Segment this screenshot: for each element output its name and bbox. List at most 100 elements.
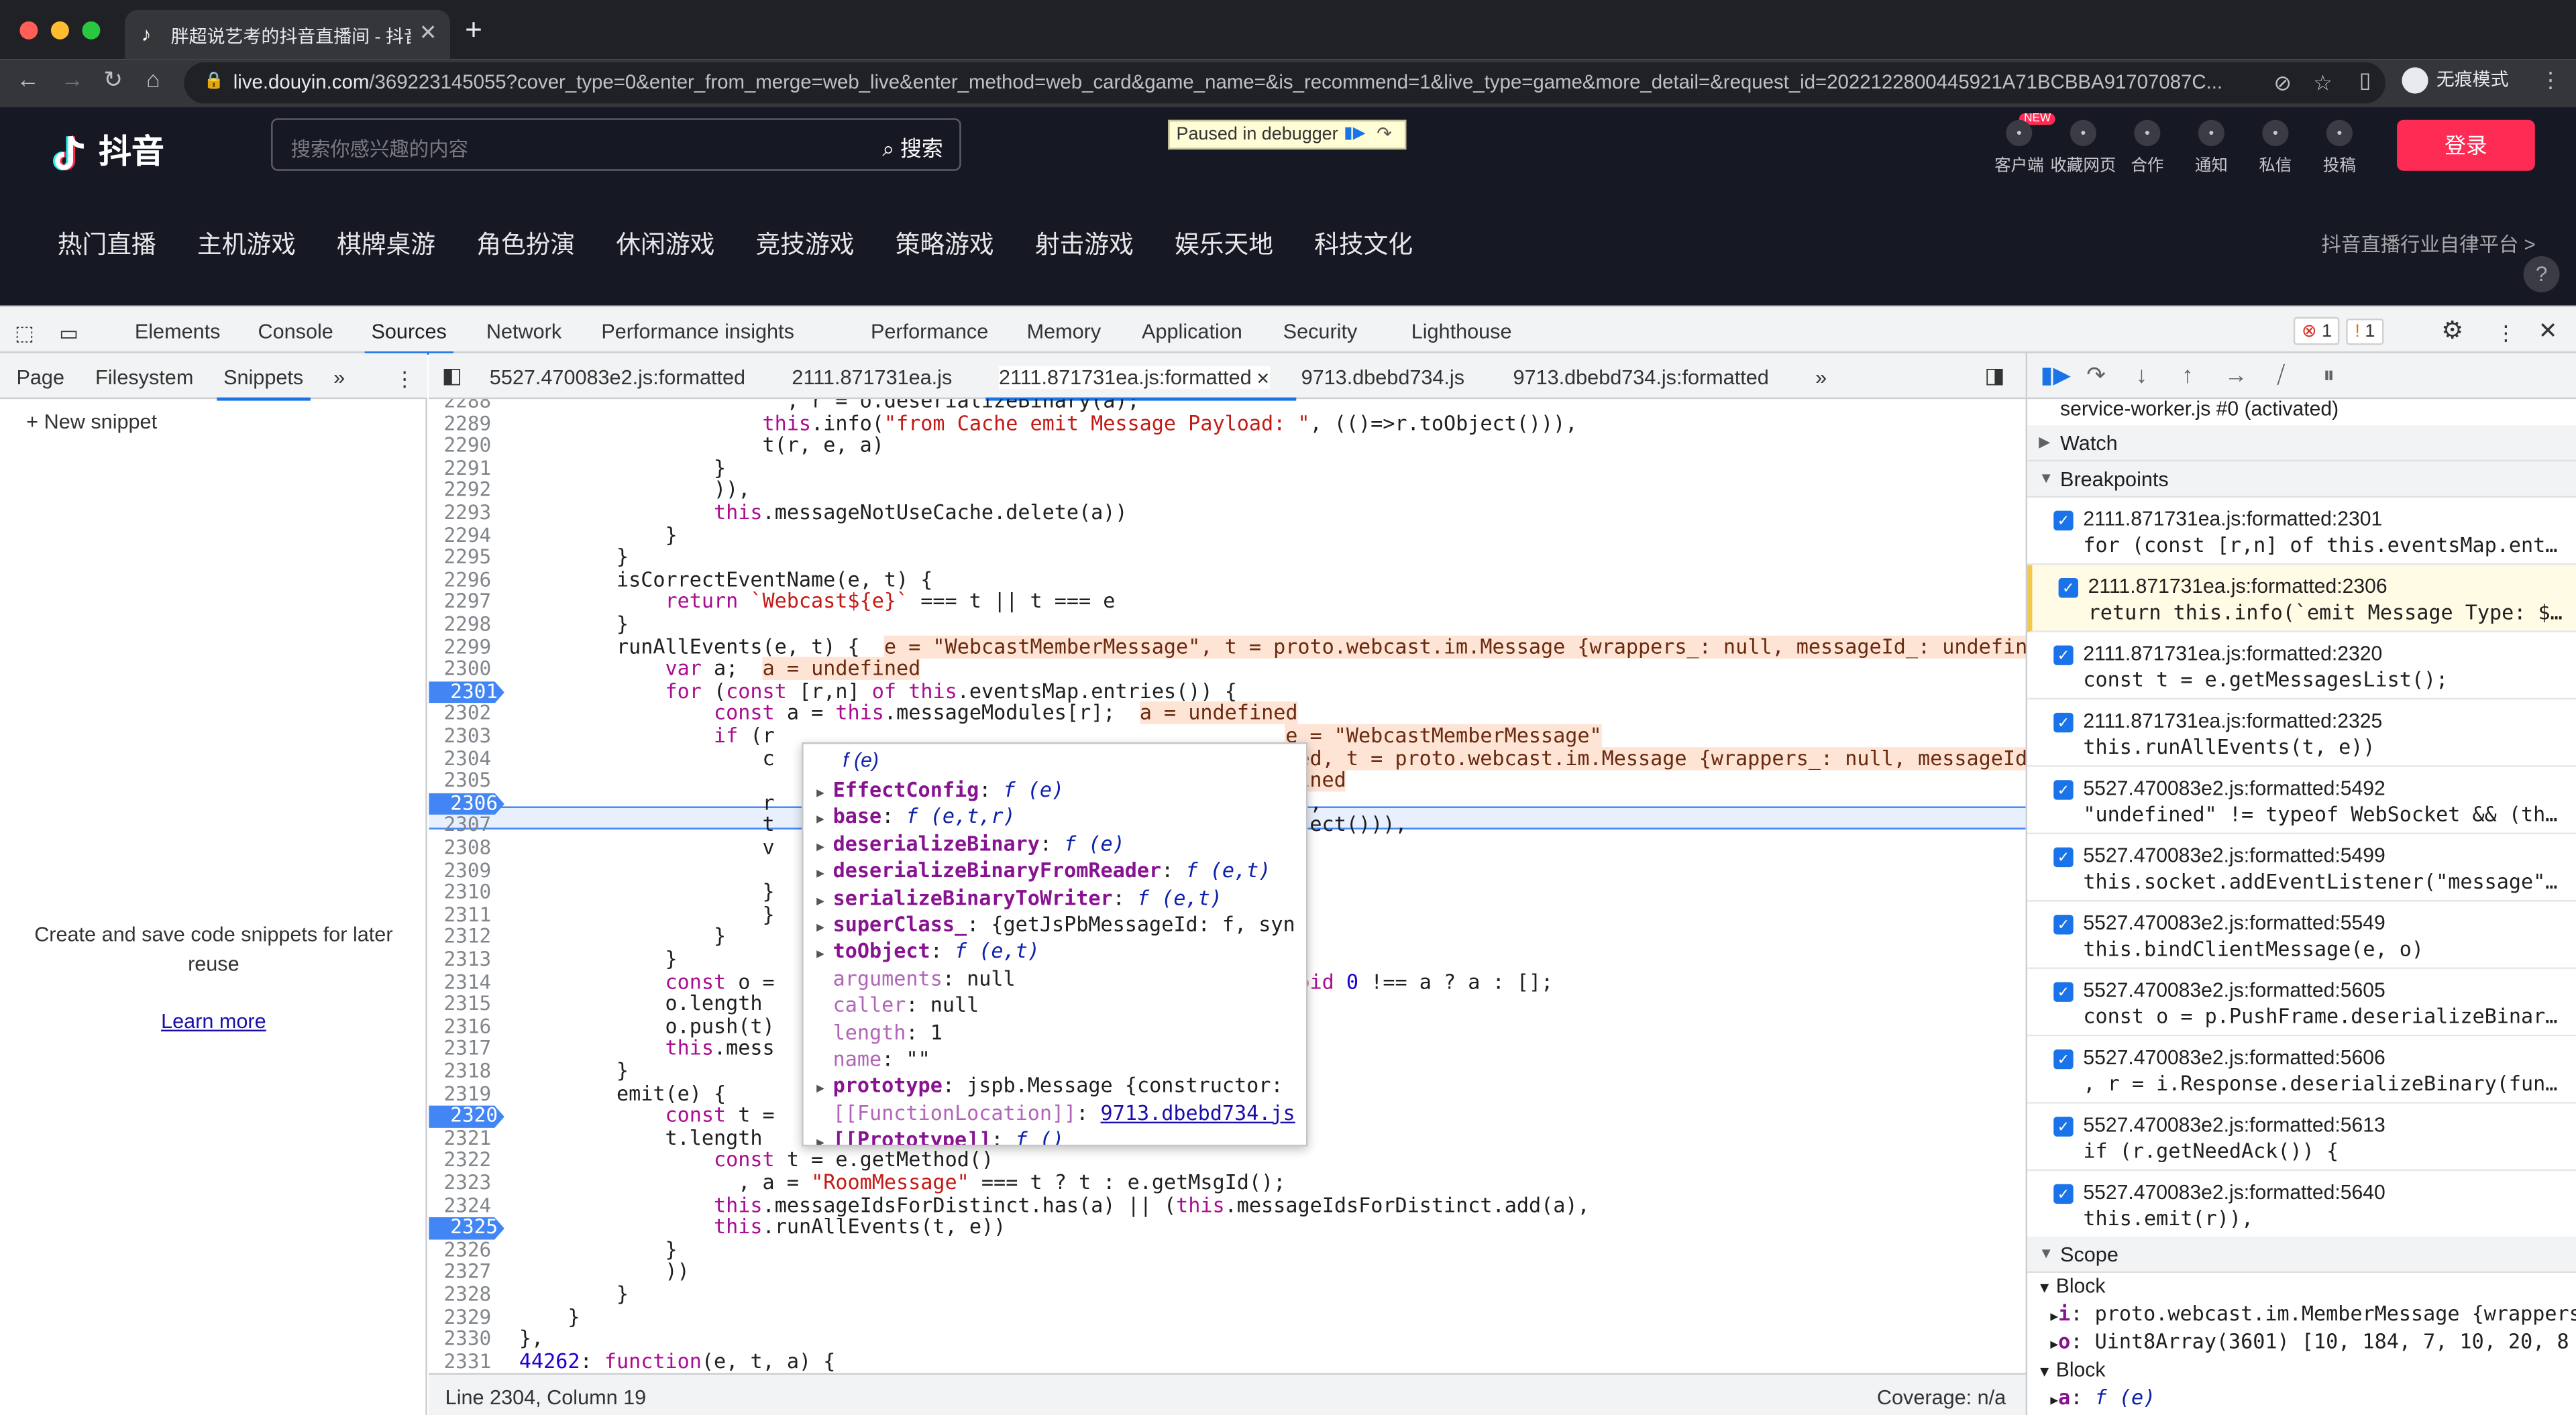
line-number[interactable]: 2299 bbox=[429, 636, 498, 659]
scope-variable[interactable]: ▶o: Uint8Array(3601) [10, 184, 7, 10, 20… bbox=[2050, 1331, 2569, 1353]
popover-property[interactable]: ▶ toObject: f (e,t) bbox=[816, 938, 1040, 965]
header-item-1[interactable]: • 收藏网页 bbox=[2047, 119, 2119, 176]
category-tab-7[interactable]: 射击游戏 bbox=[1035, 227, 1134, 261]
popover-property[interactable]: [[FunctionLocation]]: 9713.dbebd734.js bbox=[816, 1100, 1295, 1127]
scope-block-header[interactable]: ▼ Block bbox=[2037, 1358, 2106, 1381]
bookmark-star-icon[interactable]: ☆ bbox=[2313, 70, 2332, 97]
navigator-tab-page[interactable]: Page bbox=[16, 366, 64, 389]
step-out-icon[interactable]: ↑ bbox=[2182, 361, 2193, 388]
scope-section[interactable]: ▼ Scope bbox=[2027, 1237, 2576, 1273]
tab-application[interactable]: Application bbox=[1142, 321, 1242, 343]
reload-icon[interactable]: ↻ bbox=[103, 66, 123, 94]
close-tab-icon[interactable]: ✕ bbox=[419, 19, 437, 46]
maximize-window-icon[interactable] bbox=[82, 21, 101, 40]
line-number[interactable]: 2328 bbox=[429, 1284, 498, 1306]
more-tabs-icon[interactable]: » bbox=[333, 366, 345, 389]
tab-network[interactable]: Network bbox=[486, 321, 561, 343]
close-editor-tab-icon[interactable]: ✕ bbox=[1252, 371, 1270, 389]
devtools-menu-icon[interactable]: ⋮ bbox=[2496, 321, 2516, 345]
device-toolbar-icon[interactable]: ▭ bbox=[59, 321, 78, 345]
category-tab-3[interactable]: 角色扮演 bbox=[476, 227, 575, 261]
breakpoint-checkbox[interactable]: ✓ bbox=[2053, 847, 2074, 868]
tab-elements[interactable]: Elements bbox=[135, 321, 221, 343]
line-number[interactable]: 2316 bbox=[429, 1015, 498, 1038]
line-number[interactable]: 2288 bbox=[429, 399, 498, 413]
popover-property[interactable]: caller: null bbox=[816, 993, 979, 1019]
self-regulation-link[interactable]: 抖音直播行业自律平台 > bbox=[2321, 230, 2535, 258]
popover-property[interactable]: length: 1 bbox=[816, 1019, 943, 1046]
header-item-3[interactable]: • 通知 bbox=[2175, 119, 2247, 176]
toggle-debugger-icon[interactable]: ◨ bbox=[1984, 363, 2004, 389]
breakpoint-item[interactable]: ✓ 2111.871731ea.js:formatted:2320 const t … bbox=[2027, 632, 2576, 700]
resume-icon[interactable]: ▮▶ bbox=[2041, 361, 2071, 390]
new-tab-icon[interactable]: + bbox=[465, 13, 482, 48]
editor-tab[interactable]: 2111.871731ea.js:formatted ✕ bbox=[985, 366, 1297, 401]
property-value[interactable]: 9713.dbebd734.js bbox=[1101, 1102, 1295, 1125]
watch-section[interactable]: ▶ Watch bbox=[2027, 425, 2576, 462]
header-item-0[interactable]: • 客户端 bbox=[1983, 119, 2055, 176]
breakpoint-line-number[interactable]: 2325 bbox=[429, 1217, 504, 1240]
category-tab-4[interactable]: 休闲游戏 bbox=[616, 227, 714, 261]
breakpoint-checkbox[interactable]: ✓ bbox=[2053, 645, 2074, 665]
line-number[interactable]: 2309 bbox=[429, 859, 498, 882]
back-icon[interactable]: ← bbox=[16, 66, 39, 92]
navigator-tab-snippets[interactable]: Snippets bbox=[217, 366, 310, 401]
line-number[interactable]: 2293 bbox=[429, 502, 498, 524]
breakpoint-checkbox[interactable]: ✓ bbox=[2053, 712, 2074, 733]
step-into-icon[interactable]: ↓ bbox=[2136, 361, 2147, 388]
line-number[interactable]: 2302 bbox=[429, 703, 498, 726]
breakpoint-item[interactable]: ✓ 5527.470083e2.js:formatted:5492 "undefin… bbox=[2027, 767, 2576, 835]
line-number[interactable]: 2313 bbox=[429, 948, 498, 972]
tab-memory[interactable]: Memory bbox=[1027, 321, 1102, 343]
tab-sources[interactable]: Sources bbox=[364, 321, 453, 355]
object-preview-popover[interactable]: f (e) ▶ EffectConfig: f (e) ▶ base: f (e,t,… bbox=[802, 742, 1308, 1147]
search-input[interactable]: 搜索你感兴趣的内容 bbox=[290, 135, 468, 163]
popover-property[interactable]: ▶ superClass_: {getJsPbMessageId: f, syn bbox=[816, 911, 1295, 938]
breakpoint-item[interactable]: ✓ 5527.470083e2.js:formatted:5640 this.emi… bbox=[2027, 1171, 2576, 1239]
tab-performance-insights[interactable]: Performance insights bbox=[601, 321, 794, 343]
search-button[interactable]: ⌕ 搜索 bbox=[882, 131, 943, 163]
tab-console[interactable]: Console bbox=[258, 321, 333, 343]
line-number[interactable]: 2327 bbox=[429, 1261, 498, 1284]
breakpoint-item[interactable]: ✓ 5527.470083e2.js:formatted:5605 const o … bbox=[2027, 968, 2576, 1037]
close-window-icon[interactable] bbox=[19, 21, 38, 40]
douyin-logo[interactable]: 抖音 bbox=[52, 125, 164, 175]
line-number[interactable]: 2317 bbox=[429, 1037, 498, 1061]
popover-property[interactable]: arguments: null bbox=[816, 966, 1016, 993]
resume-icon[interactable]: ▮▶ bbox=[1344, 125, 1365, 143]
line-number[interactable]: 2315 bbox=[429, 993, 498, 1016]
step-icon[interactable]: → bbox=[2224, 361, 2247, 388]
help-button[interactable]: ? bbox=[2523, 256, 2560, 292]
breakpoint-checkbox[interactable]: ✓ bbox=[2053, 1184, 2074, 1204]
breakpoint-checkbox[interactable]: ✓ bbox=[2053, 982, 2074, 1002]
category-tab-0[interactable]: 热门直播 bbox=[58, 227, 156, 261]
popover-property[interactable]: ▶ EffectConfig: f (e) bbox=[816, 777, 1064, 803]
breakpoint-item[interactable]: ✓ 2111.871731ea.js:formatted:2325 this.run… bbox=[2027, 699, 2576, 767]
minimize-window-icon[interactable] bbox=[50, 21, 69, 40]
line-number[interactable]: 2305 bbox=[429, 770, 498, 793]
inspect-element-icon[interactable]: ⬚ bbox=[15, 321, 34, 345]
line-number[interactable]: 2314 bbox=[429, 970, 498, 994]
breakpoint-checkbox[interactable]: ✓ bbox=[2053, 510, 2074, 531]
home-icon[interactable]: ⌂ bbox=[146, 66, 160, 92]
breakpoints-section[interactable]: ▼ Breakpoints bbox=[2027, 461, 2576, 498]
popover-property[interactable]: ▶ deserializeBinaryFromReader: f (e,t) bbox=[816, 858, 1271, 885]
breakpoint-checkbox[interactable]: ✓ bbox=[2053, 780, 2074, 800]
line-number[interactable]: 2330 bbox=[429, 1328, 498, 1351]
close-devtools-icon[interactable]: ✕ bbox=[2538, 317, 2558, 345]
popover-property[interactable]: ▶ base: f (e,t,r) bbox=[816, 804, 1016, 831]
line-number[interactable]: 2322 bbox=[429, 1149, 498, 1172]
line-number[interactable]: 2307 bbox=[429, 814, 498, 838]
line-number[interactable]: 2312 bbox=[429, 926, 498, 949]
popover-property[interactable]: ▶ serializeBinaryToWriter: f (e,t) bbox=[816, 885, 1222, 911]
category-tab-2[interactable]: 棋牌桌游 bbox=[337, 227, 435, 261]
line-number[interactable]: 2303 bbox=[429, 725, 498, 748]
incognito-indicator[interactable]: 无痕模式 bbox=[2402, 66, 2509, 99]
scope-variable[interactable]: ▶a: f (e) bbox=[2050, 1386, 2155, 1409]
line-number[interactable]: 2297 bbox=[429, 591, 498, 614]
step-over-icon[interactable]: ↷ bbox=[1377, 123, 1392, 144]
deactivate-breakpoints-icon[interactable]: ⧸ bbox=[2277, 361, 2285, 390]
category-tab-9[interactable]: 科技文化 bbox=[1314, 227, 1413, 261]
line-number[interactable]: 2331 bbox=[429, 1351, 498, 1373]
category-tab-5[interactable]: 竞技游戏 bbox=[756, 227, 855, 261]
